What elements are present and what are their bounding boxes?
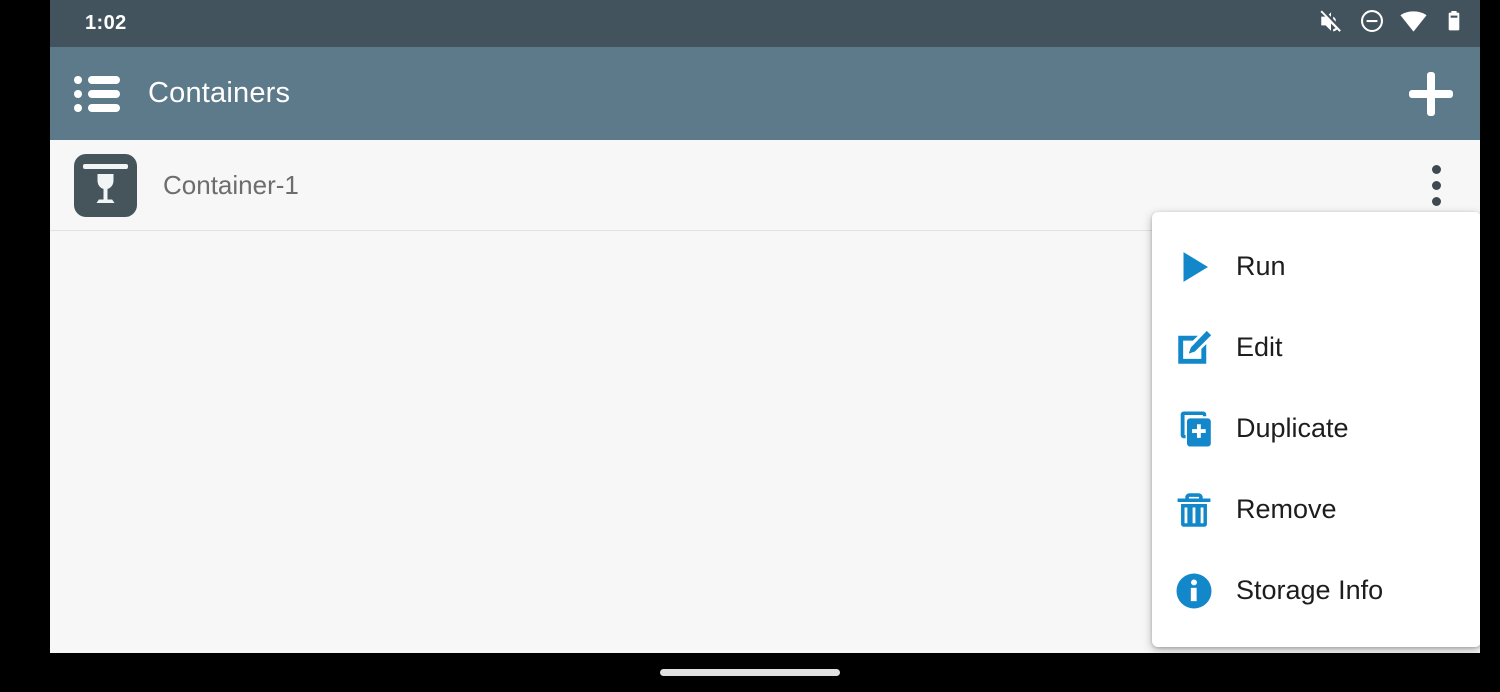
list-menu-bar — [87, 89, 120, 98]
menu-item-label: Duplicate — [1236, 413, 1349, 443]
device-screenshot: 1:02 Containers Container-1 Run Edit Dup… — [0, 0, 1500, 692]
home-gesture-pill[interactable] — [660, 669, 840, 676]
overflow-dot — [1431, 196, 1441, 206]
volume-off-icon — [1318, 8, 1344, 39]
menu-item-duplicate[interactable]: Duplicate — [1152, 388, 1480, 469]
list-menu-bar — [87, 103, 120, 112]
more-vertical-icon[interactable] — [1414, 153, 1458, 217]
menu-item-label: Remove — [1236, 494, 1337, 524]
list-menu-row — [74, 89, 120, 98]
play-icon — [1172, 245, 1216, 289]
page-title: Containers — [148, 77, 291, 109]
system-navigation-bar — [0, 653, 1500, 692]
menu-item-edit[interactable]: Edit — [1152, 307, 1480, 388]
list-menu-dot — [74, 75, 82, 84]
list-menu-dot — [74, 103, 82, 112]
wifi-icon — [1400, 8, 1427, 40]
menu-item-label: Run — [1236, 251, 1286, 281]
menu-item-label: Storage Info — [1236, 575, 1384, 605]
do-not-disturb-icon — [1359, 8, 1385, 39]
menu-item-label: Edit — [1236, 332, 1283, 362]
list-menu-dot — [74, 89, 82, 98]
overflow-dot — [1431, 180, 1441, 190]
list-menu-bar — [87, 75, 120, 84]
menu-item-run[interactable]: Run — [1152, 226, 1480, 307]
context-menu[interactable]: Run Edit Duplicate Remove Storage Info — [1152, 212, 1480, 647]
list-menu-row — [74, 103, 120, 112]
device-content-area: 1:02 Containers Container-1 Run Edit Dup… — [50, 0, 1480, 653]
info-circle-icon — [1172, 569, 1216, 613]
menu-item-remove[interactable]: Remove — [1152, 469, 1480, 550]
list-menu-icon[interactable] — [74, 74, 120, 114]
container-name-label: Container-1 — [163, 169, 299, 200]
status-bar-icons — [1318, 8, 1466, 40]
list-menu-row — [74, 75, 120, 84]
status-bar-clock: 1:02 — [85, 12, 127, 34]
plus-icon[interactable] — [1400, 63, 1462, 125]
battery-icon — [1442, 9, 1466, 38]
overflow-dot — [1431, 164, 1441, 174]
menu-item-storage-info[interactable]: Storage Info — [1152, 550, 1480, 631]
app-toolbar: Containers — [50, 47, 1480, 140]
trash-icon — [1172, 488, 1216, 532]
wine-container-icon — [74, 153, 137, 217]
status-bar: 1:02 — [50, 0, 1480, 47]
edit-pencil-icon — [1172, 326, 1216, 370]
copy-plus-icon — [1172, 407, 1216, 451]
